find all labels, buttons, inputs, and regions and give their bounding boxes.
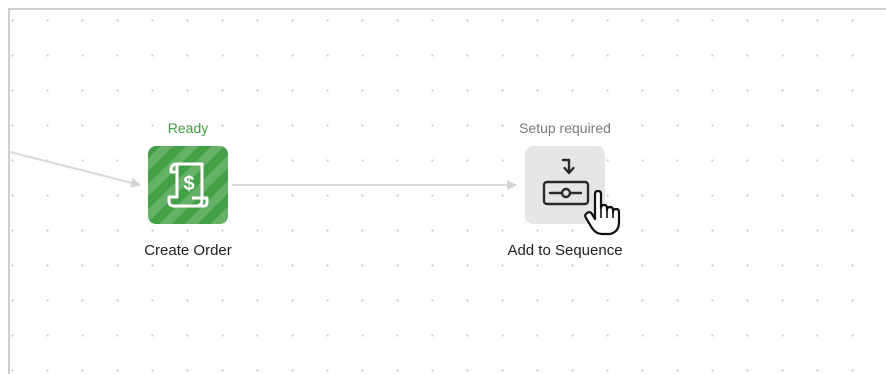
node-status: Ready bbox=[167, 120, 209, 136]
hand-pointer-icon bbox=[583, 189, 623, 241]
node-status: Setup required bbox=[519, 120, 611, 136]
receipt-dollar-icon: $ bbox=[166, 160, 210, 210]
node-tile-create-order[interactable]: $ bbox=[148, 146, 228, 224]
node-add-to-sequence[interactable]: Setup required Add to Sequence bbox=[480, 120, 650, 270]
svg-text:$: $ bbox=[183, 173, 194, 195]
node-create-order[interactable]: Ready $ Create Order bbox=[103, 120, 273, 270]
node-label: Create Order bbox=[144, 242, 232, 259]
node-label: Add to Sequence bbox=[507, 242, 623, 259]
